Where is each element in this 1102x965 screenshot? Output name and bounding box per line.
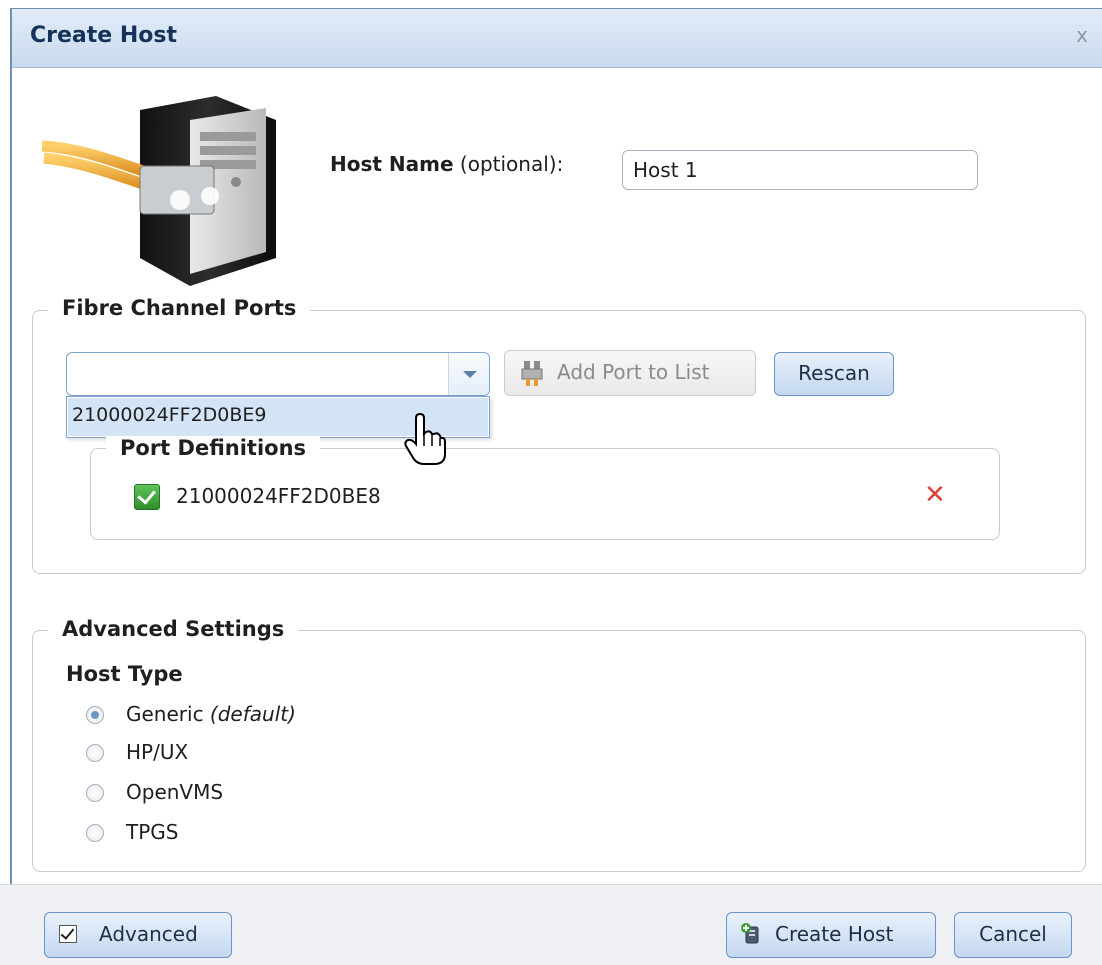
create-host-icon	[741, 923, 759, 944]
create-host-label: Create Host	[775, 922, 894, 946]
add-port-label: Add Port to List	[557, 360, 710, 384]
option-note: (default)	[209, 702, 296, 726]
host-server-icon	[41, 96, 276, 286]
option-label-text: Generic	[126, 702, 204, 726]
advanced-settings-group	[32, 630, 1086, 872]
remove-port-icon[interactable]: ✕	[924, 482, 946, 508]
port-enabled-check-icon[interactable]	[134, 484, 160, 510]
create-host-button[interactable]: Create Host	[726, 912, 936, 958]
host-name-label: Host Name (optional):	[330, 152, 563, 176]
chevron-down-icon[interactable]	[448, 353, 489, 395]
radio-selected-icon[interactable]	[86, 706, 104, 724]
rescan-button[interactable]: Rescan	[774, 352, 894, 396]
add-port-to-list-button[interactable]: Add Port to List	[504, 350, 756, 396]
host-type-label: Host Type	[66, 662, 183, 686]
host-type-option-label: HP/UX	[126, 740, 189, 764]
host-name-input[interactable]	[622, 150, 978, 190]
advanced-checkbox-icon[interactable]	[59, 925, 77, 943]
host-type-option-label: Generic (default)	[126, 702, 296, 726]
port-definitions-legend: Port Definitions	[106, 436, 321, 460]
hand-cursor-icon	[404, 412, 446, 465]
radio-icon[interactable]	[86, 824, 104, 842]
advanced-label: Advanced	[99, 922, 198, 946]
defined-port-wwpn: 21000024FF2D0BE8	[176, 484, 381, 508]
advanced-toggle-button[interactable]: Advanced	[44, 912, 232, 958]
fiber-connector-icon	[521, 361, 543, 386]
cancel-button[interactable]: Cancel	[954, 912, 1072, 958]
fibre-channel-ports-legend: Fibre Channel Ports	[48, 296, 311, 320]
host-name-optional: (optional):	[459, 152, 564, 176]
host-type-option-label: OpenVMS	[126, 780, 224, 804]
host-type-option-label: TPGS	[126, 820, 179, 844]
host-name-label-text: Host Name	[330, 152, 454, 176]
port-select-combo[interactable]	[66, 352, 490, 396]
dialog-title-bar[interactable]: Create Host x	[12, 9, 1102, 68]
radio-icon[interactable]	[86, 744, 104, 762]
dialog-title: Create Host	[30, 23, 177, 48]
advanced-settings-legend: Advanced Settings	[48, 617, 299, 641]
close-icon[interactable]: x	[1076, 23, 1088, 47]
radio-icon[interactable]	[86, 784, 104, 802]
